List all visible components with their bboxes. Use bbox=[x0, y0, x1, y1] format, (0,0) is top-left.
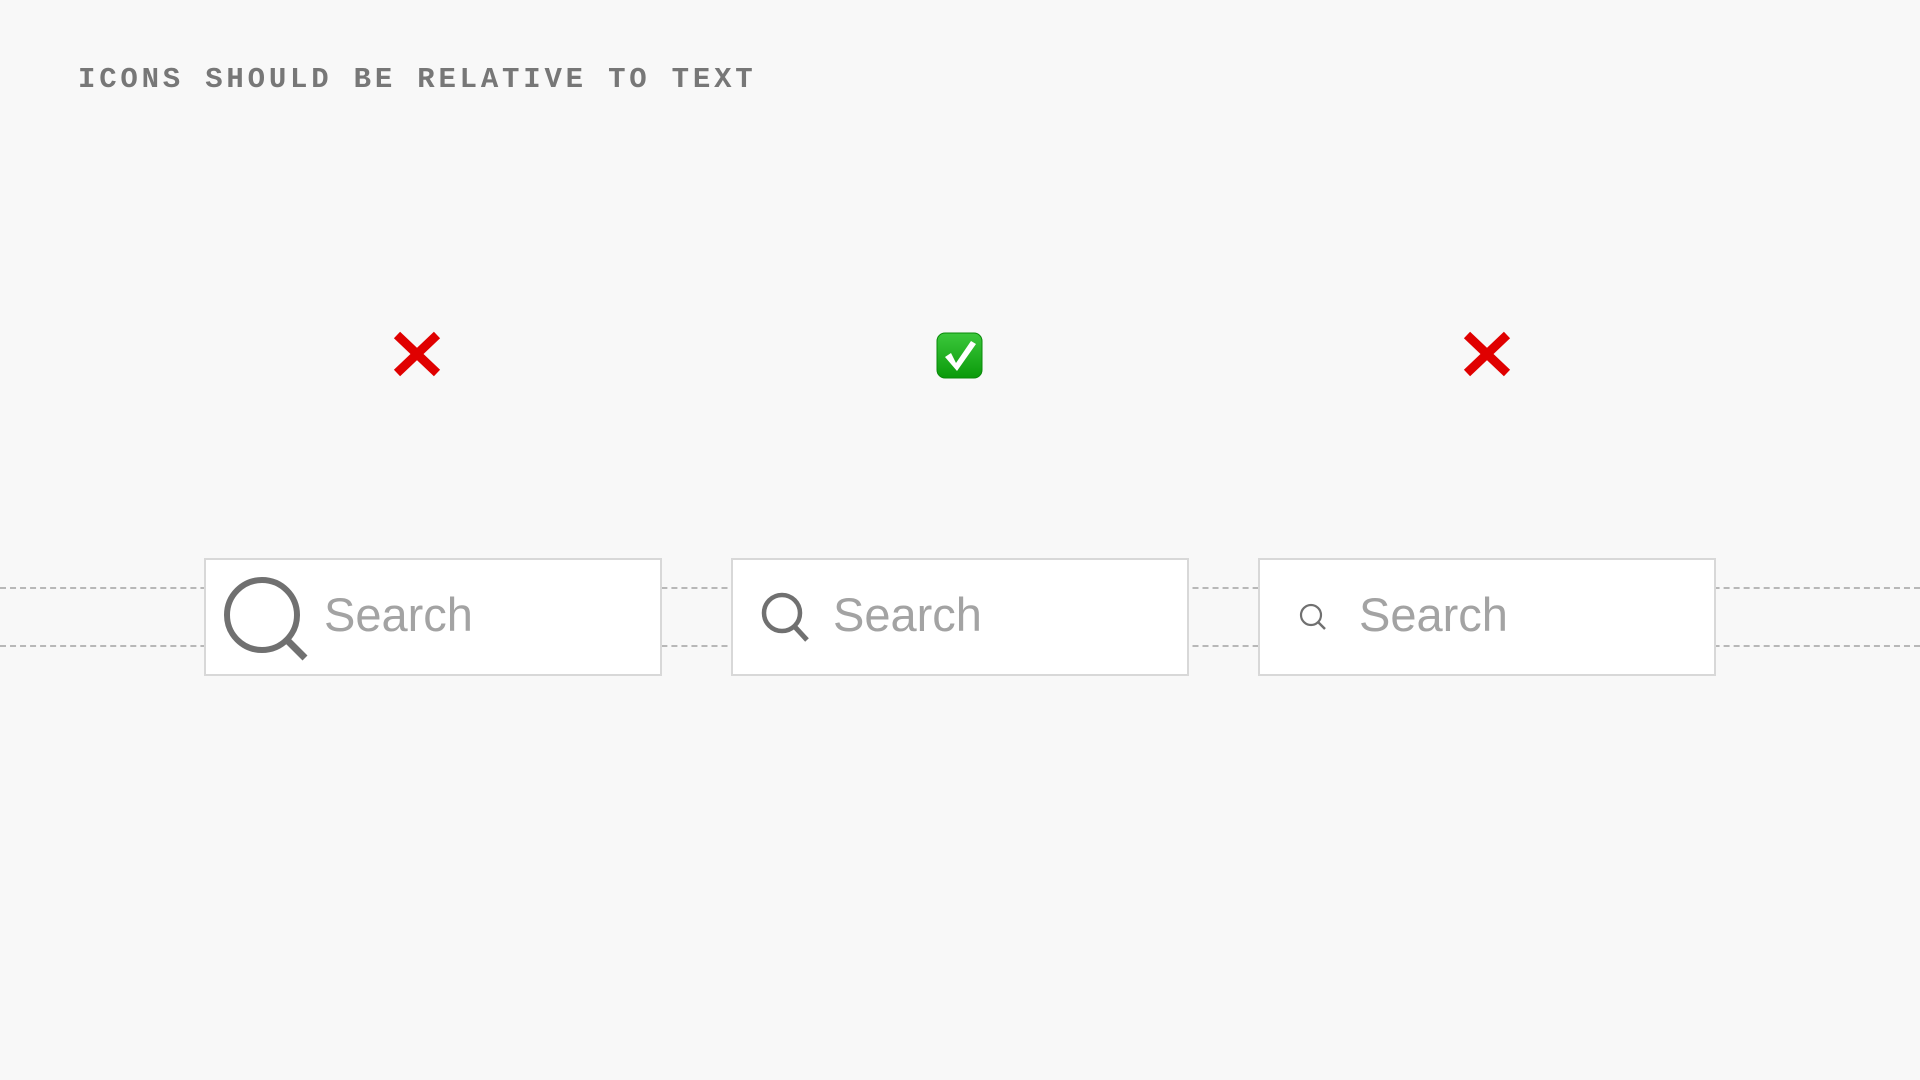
search-placeholder: Search bbox=[1359, 588, 1508, 641]
search-box-example-3[interactable]: Search bbox=[1258, 558, 1716, 676]
example-1-verdict bbox=[393, 331, 441, 382]
search-icon bbox=[761, 592, 809, 642]
page-title: ICONS SHOULD BE RELATIVE TO TEXT bbox=[78, 63, 757, 96]
example-3-verdict bbox=[1463, 331, 1511, 382]
search-icon bbox=[1299, 603, 1326, 630]
search-icon bbox=[224, 577, 308, 661]
search-placeholder: Search bbox=[833, 588, 982, 641]
cross-mark-icon bbox=[1463, 331, 1511, 377]
search-box-example-1[interactable]: Search bbox=[204, 558, 662, 676]
search-box-example-2[interactable]: Search bbox=[731, 558, 1189, 676]
cross-mark-icon bbox=[393, 331, 441, 377]
search-placeholder: Search bbox=[324, 588, 473, 641]
example-2-verdict bbox=[936, 332, 983, 384]
check-mark-button-icon bbox=[936, 332, 983, 379]
